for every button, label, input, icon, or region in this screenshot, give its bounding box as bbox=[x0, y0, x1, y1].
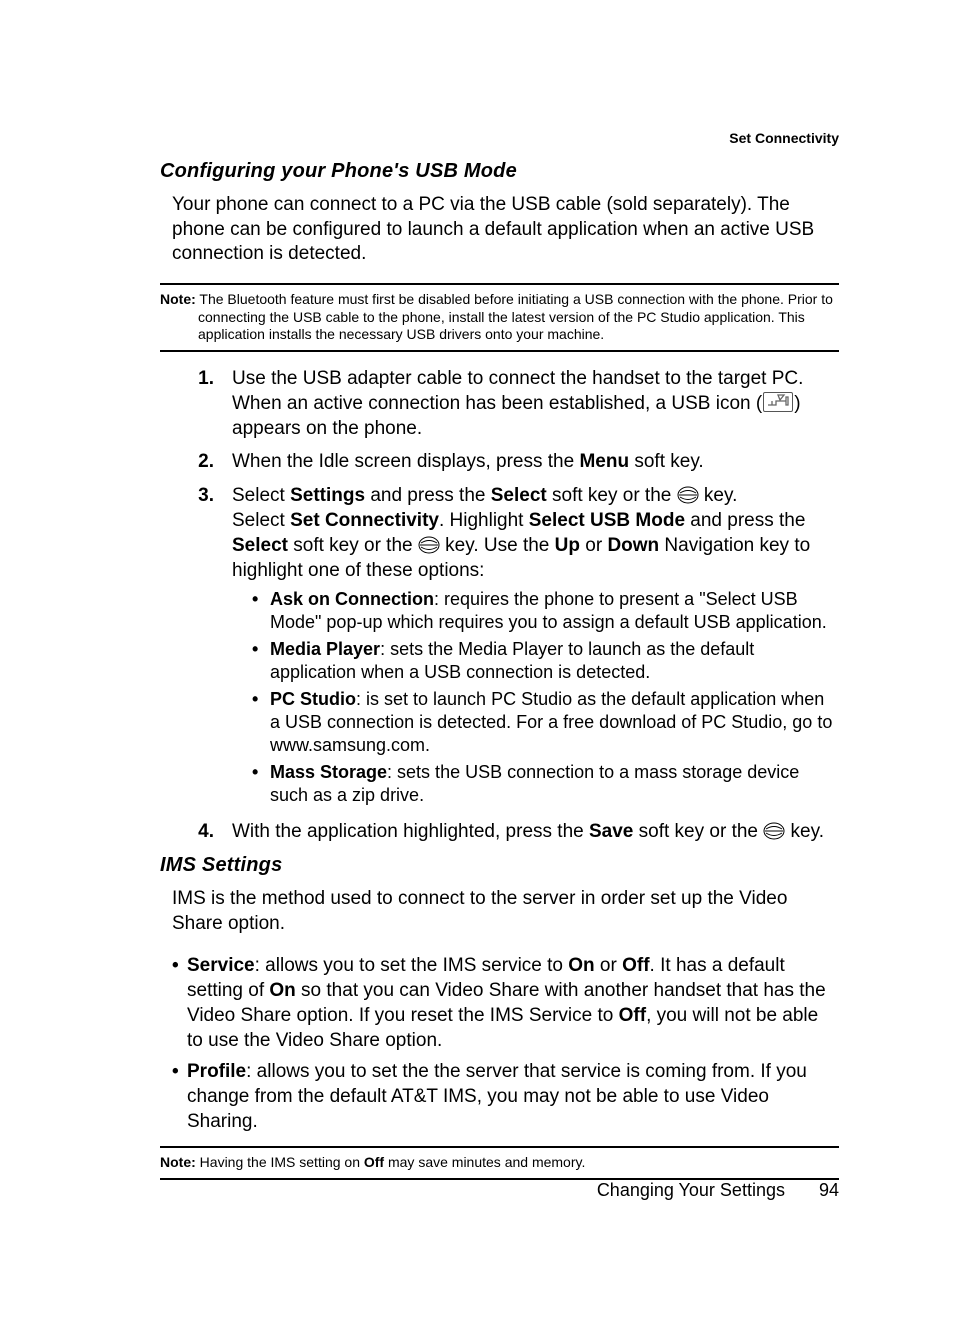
steps-list: 1. Use the USB adapter cable to connect … bbox=[160, 366, 839, 845]
s3k: and press the bbox=[685, 510, 805, 531]
bullet-profile: Profile: allows you to set the the serve… bbox=[172, 1059, 839, 1134]
svc-a: : allows you to set the IMS service to bbox=[255, 955, 569, 976]
s3o: Up bbox=[555, 535, 580, 556]
note-text-1: The Bluetooth feature must first be disa… bbox=[196, 291, 833, 342]
svc-d: Off bbox=[622, 955, 649, 976]
b2: PC Studio bbox=[270, 689, 356, 709]
s4a: With the application highlighted, press … bbox=[232, 821, 589, 842]
b1: Media Player bbox=[270, 639, 380, 659]
prof-bold: Profile bbox=[187, 1061, 246, 1082]
b3: Mass Storage bbox=[270, 762, 387, 782]
note-block-1: Note: The Bluetooth feature must first b… bbox=[160, 283, 839, 352]
s4d: key. bbox=[785, 821, 824, 842]
s3n: key. Use the bbox=[440, 535, 555, 556]
step-3-body: Select Settings and press the Select sof… bbox=[232, 483, 839, 811]
step-3-num: 3. bbox=[160, 483, 232, 508]
bullet-mass-storage: Mass Storage: sets the USB connection to… bbox=[252, 761, 839, 807]
step-4: 4. With the application highlighted, pre… bbox=[160, 819, 839, 844]
step-1: 1. Use the USB adapter cable to connect … bbox=[160, 366, 839, 442]
b0: Ask on Connection bbox=[270, 589, 434, 609]
step-1-num: 1. bbox=[160, 366, 232, 391]
s3a: Select bbox=[232, 485, 290, 506]
prof-a: : allows you to set the the server that … bbox=[187, 1061, 807, 1132]
bullet-media-player: Media Player: sets the Media Player to l… bbox=[252, 638, 839, 684]
svc-f: On bbox=[269, 980, 295, 1001]
s3e: soft key or the bbox=[547, 485, 677, 506]
center-key-icon bbox=[677, 488, 699, 504]
step-2-num: 2. bbox=[160, 449, 232, 474]
s3q: Down bbox=[607, 535, 659, 556]
step-3: 3. Select Settings and press the Select … bbox=[160, 483, 839, 811]
note-block-2: Note: Having the IMS setting on Off may … bbox=[160, 1146, 839, 1180]
intro-ims: IMS is the method used to connect to the… bbox=[172, 887, 839, 936]
s3m: soft key or the bbox=[288, 535, 418, 556]
s4c: soft key or the bbox=[633, 821, 763, 842]
intro-usb: Your phone can connect to a PC via the U… bbox=[172, 193, 839, 267]
s3f: key. bbox=[699, 485, 738, 506]
s3c: and press the bbox=[365, 485, 491, 506]
step-4-num: 4. bbox=[160, 819, 232, 844]
note2-a: Having the IMS setting on bbox=[196, 1154, 364, 1170]
bullet-service: Service: allows you to set the IMS servi… bbox=[172, 953, 839, 1053]
page-footer: Changing Your Settings 94 bbox=[597, 1180, 839, 1201]
step-1-body: Use the USB adapter cable to connect the… bbox=[232, 366, 839, 442]
bullet-ask-connection: Ask on Connection: requires the phone to… bbox=[252, 588, 839, 634]
s3p: or bbox=[580, 535, 607, 556]
heading-usb-mode: Configuring your Phone's USB Mode bbox=[160, 160, 839, 183]
s3b: Settings bbox=[290, 485, 365, 506]
step-2-a: When the Idle screen displays, press the bbox=[232, 451, 579, 472]
center-key-icon bbox=[418, 538, 440, 554]
note2-b: Off bbox=[364, 1154, 384, 1170]
svc-c: or bbox=[595, 955, 622, 976]
footer-chapter: Changing Your Settings bbox=[597, 1180, 785, 1200]
step-2-b: Menu bbox=[579, 451, 629, 472]
step-4-body: With the application highlighted, press … bbox=[232, 819, 839, 844]
s3d: Select bbox=[491, 485, 547, 506]
bullet-pc-studio: PC Studio: is set to launch PC Studio as… bbox=[252, 688, 839, 757]
svc-b: On bbox=[568, 955, 594, 976]
note-label-1: Note: bbox=[160, 291, 196, 307]
footer-page: 94 bbox=[819, 1180, 839, 1200]
s3j: Select USB Mode bbox=[529, 510, 685, 531]
step3-bullets: Ask on Connection: requires the phone to… bbox=[232, 588, 839, 807]
usb-icon bbox=[763, 392, 793, 412]
note-label-2: Note: bbox=[160, 1154, 196, 1170]
svc-h: Off bbox=[619, 1005, 646, 1026]
heading-ims: IMS Settings bbox=[160, 854, 839, 877]
step-1-pre: Use the USB adapter cable to connect the… bbox=[232, 368, 803, 414]
center-key-icon bbox=[763, 824, 785, 840]
step-2: 2. When the Idle screen displays, press … bbox=[160, 449, 839, 474]
page: Set Connectivity Configuring your Phone'… bbox=[0, 0, 954, 1336]
s3g: Select bbox=[232, 510, 290, 531]
s3l: Select bbox=[232, 535, 288, 556]
s3i: . Highlight bbox=[439, 510, 529, 531]
note2-c: may save minutes and memory. bbox=[384, 1154, 585, 1170]
running-head: Set Connectivity bbox=[160, 130, 839, 146]
ims-bullets: Service: allows you to set the IMS servi… bbox=[172, 953, 839, 1135]
s4b: Save bbox=[589, 821, 633, 842]
step-2-c: soft key. bbox=[629, 451, 704, 472]
svc-bold: Service bbox=[187, 955, 255, 976]
step-2-body: When the Idle screen displays, press the… bbox=[232, 449, 839, 474]
s3h: Set Connectivity bbox=[290, 510, 439, 531]
